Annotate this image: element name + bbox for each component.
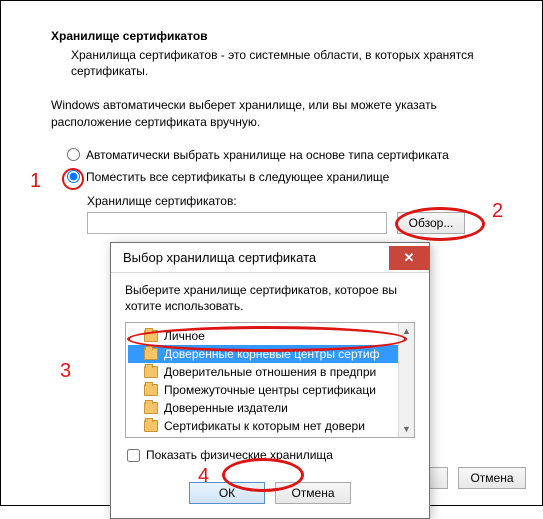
store-tree[interactable]: Личное Доверенные корневые центры сертиф… [125,322,415,438]
ok-button[interactable]: ОК [189,482,265,504]
scroll-up-icon[interactable]: ▲ [402,323,411,339]
radio-auto-row[interactable]: Автоматически выбрать хранилище на основ… [67,148,502,162]
tree-item[interactable]: Доверенные издатели [128,399,412,417]
dialog-title: Выбор хранилища сертификата [123,250,316,265]
dialog-cancel-button[interactable]: Отмена [275,482,351,504]
tree-item[interactable]: Доверительные отношения в предпри [128,363,412,381]
radio-auto[interactable] [67,148,80,161]
radio-manual-label: Поместить все сертификаты в следующее хр… [86,170,389,184]
radio-manual[interactable] [67,170,80,183]
folder-icon [144,330,158,342]
page-subtitle: Хранилища сертификатов - это системные о… [71,47,502,79]
cancel-button[interactable]: Отмена [458,467,526,489]
dialog-message: Выберите хранилище сертификатов, которое… [125,283,415,314]
close-icon[interactable]: ✕ [389,246,429,270]
scroll-down-icon[interactable]: ▼ [402,421,411,437]
radio-auto-label: Автоматически выбрать хранилище на основ… [86,148,449,162]
folder-icon [144,348,158,360]
show-physical-label: Показать физические хранилища [146,448,333,462]
folder-icon [144,384,158,396]
store-field-label: Хранилище сертификатов: [87,194,502,208]
select-store-dialog: Выбор хранилища сертификата ✕ Выберите х… [110,242,430,519]
radio-manual-row[interactable]: Поместить все сертификаты в следующее хр… [67,170,502,184]
tree-item[interactable]: Личное [128,327,412,345]
show-physical-checkbox[interactable] [127,449,140,462]
tree-item[interactable]: Сертификаты к которым нет довери [128,417,412,435]
show-physical-row[interactable]: Показать физические хранилища [127,448,415,462]
page-title: Хранилище сертификатов [51,29,502,43]
tree-item-selected[interactable]: Доверенные корневые центры сертиф [128,345,412,363]
folder-icon [144,402,158,414]
vertical-scrollbar[interactable]: ▲ ▼ [398,323,414,437]
store-input[interactable] [87,212,387,234]
folder-icon [144,366,158,378]
intro-text: Windows автоматически выберет хранилище,… [51,97,502,129]
browse-button[interactable]: Обзор... [397,212,465,234]
tree-item[interactable]: Промежуточные центры сертификаци [128,381,412,399]
folder-icon [144,420,158,432]
